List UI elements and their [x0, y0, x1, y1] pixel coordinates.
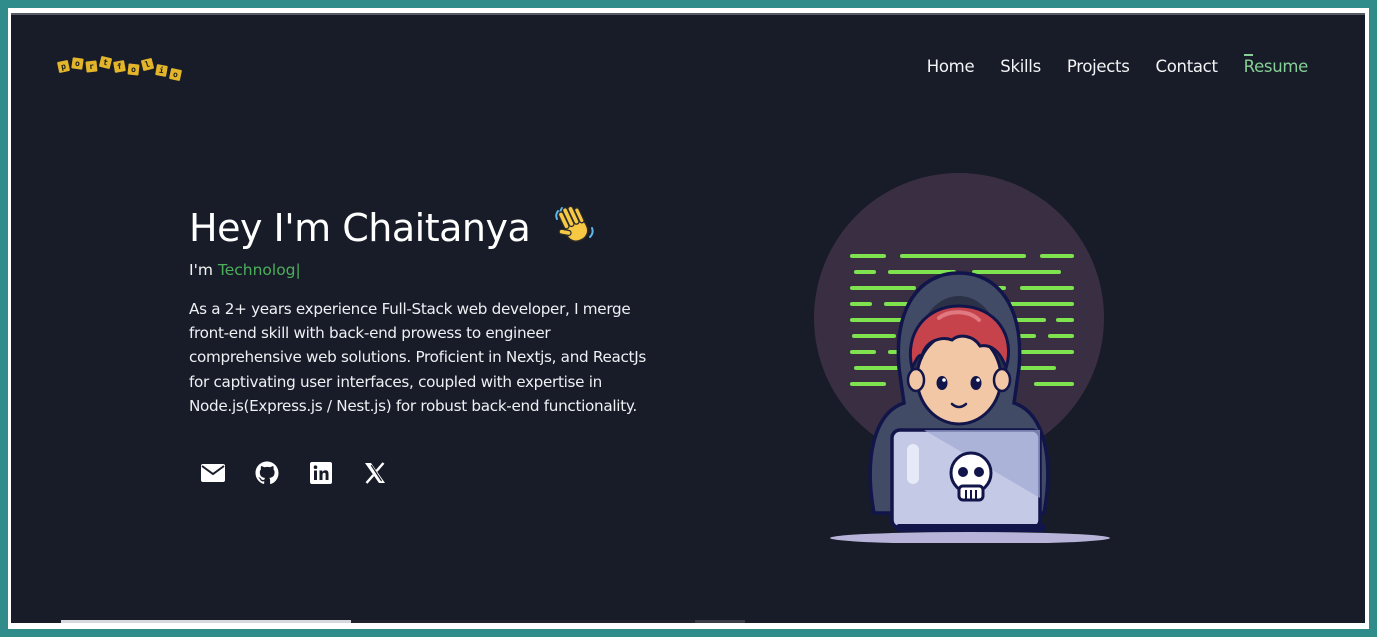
mail-icon[interactable] — [201, 461, 225, 485]
top-divider — [11, 13, 1365, 15]
nav-resume[interactable]: Resume — [1243, 54, 1308, 76]
social-links — [201, 461, 387, 485]
logo-letter: o — [168, 67, 183, 82]
typed-prefix: I'm — [189, 261, 218, 279]
logo-letter: t — [98, 55, 113, 70]
nav-projects[interactable]: Projects — [1067, 57, 1130, 76]
typed-word: Technolog — [217, 261, 296, 279]
logo-letter: f — [113, 60, 126, 73]
hero-description: As a 2+ years experience Full-Stack web … — [189, 300, 647, 415]
logo-letter: o — [71, 57, 84, 70]
developer-illustration — [814, 173, 1110, 543]
linkedin-icon[interactable] — [309, 461, 333, 485]
logo[interactable]: portfolio — [56, 53, 188, 87]
nav-contact[interactable]: Contact — [1156, 57, 1218, 76]
bottom-divider-accent — [695, 620, 745, 623]
logo-letter: p — [56, 59, 71, 74]
nav-skills[interactable]: Skills — [1000, 57, 1041, 76]
bottom-divider — [351, 620, 695, 623]
typed-role: I'm Technolog| — [189, 261, 301, 279]
typing-cursor: | — [295, 261, 301, 279]
hero-title: Hey I'm Chaitanya — [189, 203, 596, 250]
logo-letter: o — [127, 63, 140, 76]
main-nav: Home Skills Projects Contact Resume — [927, 54, 1308, 76]
page: portfolio Home Skills Projects Contact R… — [11, 13, 1365, 623]
nav-home[interactable]: Home — [927, 57, 975, 76]
x-icon[interactable] — [363, 461, 387, 485]
logo-letter: r — [85, 60, 98, 73]
logo-letter: i — [155, 64, 168, 77]
hero-title-text: Hey I'm Chaitanya — [189, 206, 531, 250]
scroll-indicator — [61, 620, 351, 623]
waving-hand-icon — [555, 205, 594, 242]
github-icon[interactable] — [255, 461, 279, 485]
logo-letter: l — [140, 57, 155, 72]
